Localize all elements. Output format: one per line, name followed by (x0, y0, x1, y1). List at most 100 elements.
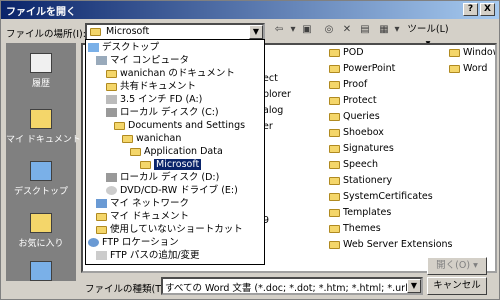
tools-label: ツール(L) (407, 24, 449, 35)
list-item[interactable]: Stationery (343, 175, 392, 186)
file-type-combo[interactable]: すべての Word 文書 (*.doc; *.dot; *.htm; *.htm… (161, 277, 423, 295)
folder-icon (329, 80, 340, 89)
dropdown-item-desktop[interactable]: デスクトップ (88, 41, 159, 54)
list-item[interactable]: Web Server Extensions (343, 239, 453, 250)
back-button[interactable]: ⇦ (271, 23, 287, 39)
dropdown-item-my-documents[interactable]: マイ ドキュメント (96, 210, 189, 223)
dropdown-item-wanichan[interactable]: wanichan (122, 132, 181, 145)
search-web-button[interactable]: ◎ (321, 23, 337, 39)
place-label: マイ ドキュメント (6, 135, 81, 145)
chevron-down-icon[interactable]: ▼ (407, 279, 421, 293)
list-item[interactable]: POD (343, 47, 364, 58)
views-dropdown-icon[interactable]: ▾ (392, 23, 402, 39)
dropdown-item-local-disk-d[interactable]: ローカル ディスク (D:) (106, 171, 219, 184)
dropdown-item-label: Application Data (144, 146, 223, 157)
list-item[interactable]: Proof (343, 79, 367, 90)
dropdown-item-application-data[interactable]: Application Data (130, 145, 223, 158)
network-icon (30, 261, 52, 281)
dropdown-item-dvd-drive[interactable]: DVD/CD-RW ドライブ (E:) (106, 184, 238, 197)
dropdown-item-ftp-locations[interactable]: FTP ロケーション (88, 236, 179, 249)
list-item[interactable]: Protect (343, 95, 377, 106)
open-label: 開く(O) (436, 260, 471, 271)
close-button[interactable]: X (480, 3, 495, 16)
open-button[interactable]: 開く(O) ▾ (427, 257, 487, 275)
dropdown-item-ftp-add[interactable]: FTP パスの追加/変更 (96, 249, 200, 262)
folder-icon (329, 128, 340, 137)
dropdown-item-user-documents[interactable]: wanichan のドキュメント (106, 67, 235, 80)
list-item[interactable]: plorer (263, 89, 291, 101)
folder-icon (329, 208, 340, 217)
list-item[interactable]: ect (263, 73, 278, 85)
folder-icon (96, 212, 107, 221)
dropdown-item-local-disk-c[interactable]: ローカル ディスク (C:) (106, 106, 219, 119)
dialog-title: ファイルを開く (6, 7, 76, 18)
dropdown-item-label: wanichan (136, 133, 182, 144)
list-item[interactable]: Queries (343, 111, 380, 122)
desktop-icon (88, 43, 99, 52)
dropdown-item-documents-and-settings[interactable]: Documents and Settings (114, 119, 245, 132)
folder-icon (329, 112, 340, 121)
ftp-icon (96, 251, 107, 260)
dropdown-item-microsoft[interactable]: Microsoft (140, 158, 202, 171)
file-type-value: すべての Word 文書 (*.doc; *.dot; *.htm; *.htm… (165, 283, 409, 294)
dropdown-item-unused-shortcuts[interactable]: 使用していないショートカット (96, 223, 243, 236)
place-label: お気に入り (18, 239, 64, 249)
list-item[interactable]: Themes (343, 223, 381, 234)
desktop-icon (30, 161, 52, 181)
list-item[interactable]: Templates (343, 207, 391, 218)
list-item[interactable]: Signatures (343, 143, 394, 154)
dropdown-item-shared-documents[interactable]: 共有ドキュメント (106, 80, 196, 93)
dropdown-item-label: 3.5 インチ FD (A:) (120, 94, 203, 105)
place-label: デスクトップ (13, 187, 68, 197)
dropdown-item-label: マイ コンピュータ (110, 55, 190, 66)
dropdown-item-label: 共有ドキュメント (120, 81, 197, 92)
chevron-down-icon[interactable]: ▼ (249, 25, 263, 39)
cancel-button[interactable]: キャンセル (427, 277, 487, 295)
disk-drive-icon (106, 173, 117, 182)
dropdown-item-label: マイ ドキュメント (110, 211, 190, 222)
delete-button[interactable]: ✕ (339, 23, 355, 39)
list-item[interactable]: Speech (343, 159, 378, 170)
dropdown-item-label: デスクトップ (102, 42, 160, 53)
folder-icon (329, 144, 340, 153)
folder-icon (329, 160, 340, 169)
file-open-dialog: ファイルを開く ? X ファイルの場所(I): Microsoft ▼ ⇦ ▾ … (0, 0, 500, 300)
dropdown-item-label: FTP ロケーション (102, 237, 179, 248)
list-item[interactable]: Word (463, 63, 487, 74)
help-button[interactable]: ? (463, 3, 478, 16)
place-label: 履歴 (31, 79, 50, 89)
place-my-documents[interactable]: マイ ドキュメント (6, 105, 81, 155)
list-item[interactable]: Shoebox (343, 127, 384, 138)
back-dropdown-icon[interactable]: ▾ (288, 23, 298, 39)
dropdown-item-label: Documents and Settings (128, 120, 246, 131)
folder-icon (114, 121, 125, 130)
cd-drive-icon (106, 186, 117, 195)
place-favorites[interactable]: お気に入り (6, 209, 76, 259)
tools-menu-button[interactable]: ツール(L) ▾ (405, 23, 451, 49)
folder-icon (329, 192, 340, 201)
dropdown-item-my-computer[interactable]: マイ コンピュータ (96, 54, 189, 67)
look-in-value: Microsoft (106, 26, 150, 37)
folder-icon (329, 240, 340, 249)
list-item[interactable]: Window (463, 47, 495, 58)
place-network[interactable] (6, 257, 76, 281)
folder-icon (96, 225, 107, 234)
folder-icon (329, 48, 340, 57)
dropdown-item-label: wanichan のドキュメント (120, 68, 235, 79)
dropdown-item-floppy[interactable]: 3.5 インチ FD (A:) (106, 93, 202, 106)
list-item[interactable]: SystemCertificates (343, 191, 433, 202)
list-item[interactable]: PowerPoint (343, 63, 395, 74)
place-history[interactable]: 履歴 (6, 49, 76, 99)
up-folder-button[interactable]: ▣ (299, 23, 315, 39)
new-folder-button[interactable]: ▤ (357, 23, 373, 39)
dropdown-item-my-network[interactable]: マイ ネットワーク (96, 197, 189, 210)
folder-icon (90, 28, 101, 36)
look-in-dropdown-list[interactable]: デスクトップ マイ コンピュータ wanichan のドキュメント 共有ドキュメ… (85, 39, 265, 265)
views-button[interactable]: ▦ (376, 23, 392, 39)
list-item[interactable]: alog (263, 105, 283, 117)
folder-icon (329, 224, 340, 233)
dropdown-item-label: マイ ネットワーク (110, 198, 190, 209)
place-desktop[interactable]: デスクトップ (6, 157, 76, 207)
folder-icon (140, 160, 151, 169)
disk-drive-icon (106, 108, 117, 117)
